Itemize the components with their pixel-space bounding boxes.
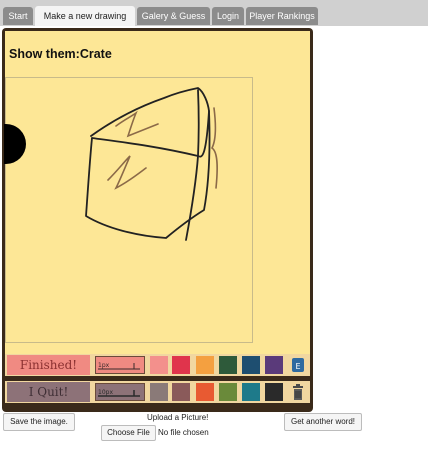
- color-swatch-navy[interactable]: [242, 356, 260, 374]
- tab-gallery-guess[interactable]: Galery & Guess: [137, 7, 210, 25]
- color-swatch-vermilion[interactable]: [196, 383, 214, 401]
- save-image-button[interactable]: Save the image.: [3, 413, 75, 431]
- drawing-canvas[interactable]: [5, 77, 253, 343]
- pen-size-icon: 1px: [98, 362, 140, 370]
- color-swatch-darkgreen[interactable]: [219, 356, 237, 374]
- color-swatch-crimson[interactable]: [172, 356, 190, 374]
- word-prompt: Show them:Crate: [9, 47, 112, 61]
- finished-button[interactable]: Finished!: [7, 355, 90, 375]
- file-status-text: No file chosen: [158, 428, 209, 437]
- color-swatch-teal[interactable]: [242, 383, 260, 401]
- pen-size-icon: 10px: [98, 389, 140, 397]
- tab-start[interactable]: Start: [3, 7, 33, 25]
- tab-make-drawing[interactable]: Make a new drawing: [35, 6, 135, 26]
- crate-sketch: [85, 87, 218, 241]
- color-swatch-black[interactable]: [265, 383, 283, 401]
- drawing-paper: Show them:Crate: [4, 31, 310, 357]
- svg-text:1px: 1px: [98, 362, 110, 369]
- tab-player-rankings[interactable]: Player Rankings: [246, 7, 318, 25]
- color-swatch-salmon[interactable]: [150, 356, 168, 374]
- drawing-frame: Show them:Crate Finished! 1px E I Quit! …: [2, 28, 313, 412]
- color-swatch-taupe[interactable]: [150, 383, 168, 401]
- toolbar-row-1: Finished! 1px E: [5, 354, 310, 376]
- svg-text:E: E: [295, 362, 300, 371]
- upload-label: Upload a Picture!: [147, 413, 209, 422]
- quit-button[interactable]: I Quit!: [7, 382, 90, 402]
- choose-file-button[interactable]: Choose File: [101, 425, 156, 441]
- color-swatch-maroon[interactable]: [172, 383, 190, 401]
- tab-bar: Start Make a new drawing Galery & Guess …: [0, 0, 428, 26]
- color-swatch-olive[interactable]: [219, 383, 237, 401]
- get-another-word-button[interactable]: Get another word!: [284, 413, 362, 431]
- color-swatch-orange[interactable]: [196, 356, 214, 374]
- trash-icon[interactable]: [291, 383, 305, 401]
- color-swatch-purple[interactable]: [265, 356, 283, 374]
- toolbar-row-2: I Quit! 10px: [5, 381, 310, 403]
- tab-login[interactable]: Login: [212, 7, 244, 25]
- pen-size-picker-2[interactable]: 10px: [95, 383, 145, 401]
- svg-text:10px: 10px: [98, 389, 113, 396]
- pen-size-picker[interactable]: 1px: [95, 356, 145, 374]
- eraser-icon[interactable]: E: [291, 356, 305, 374]
